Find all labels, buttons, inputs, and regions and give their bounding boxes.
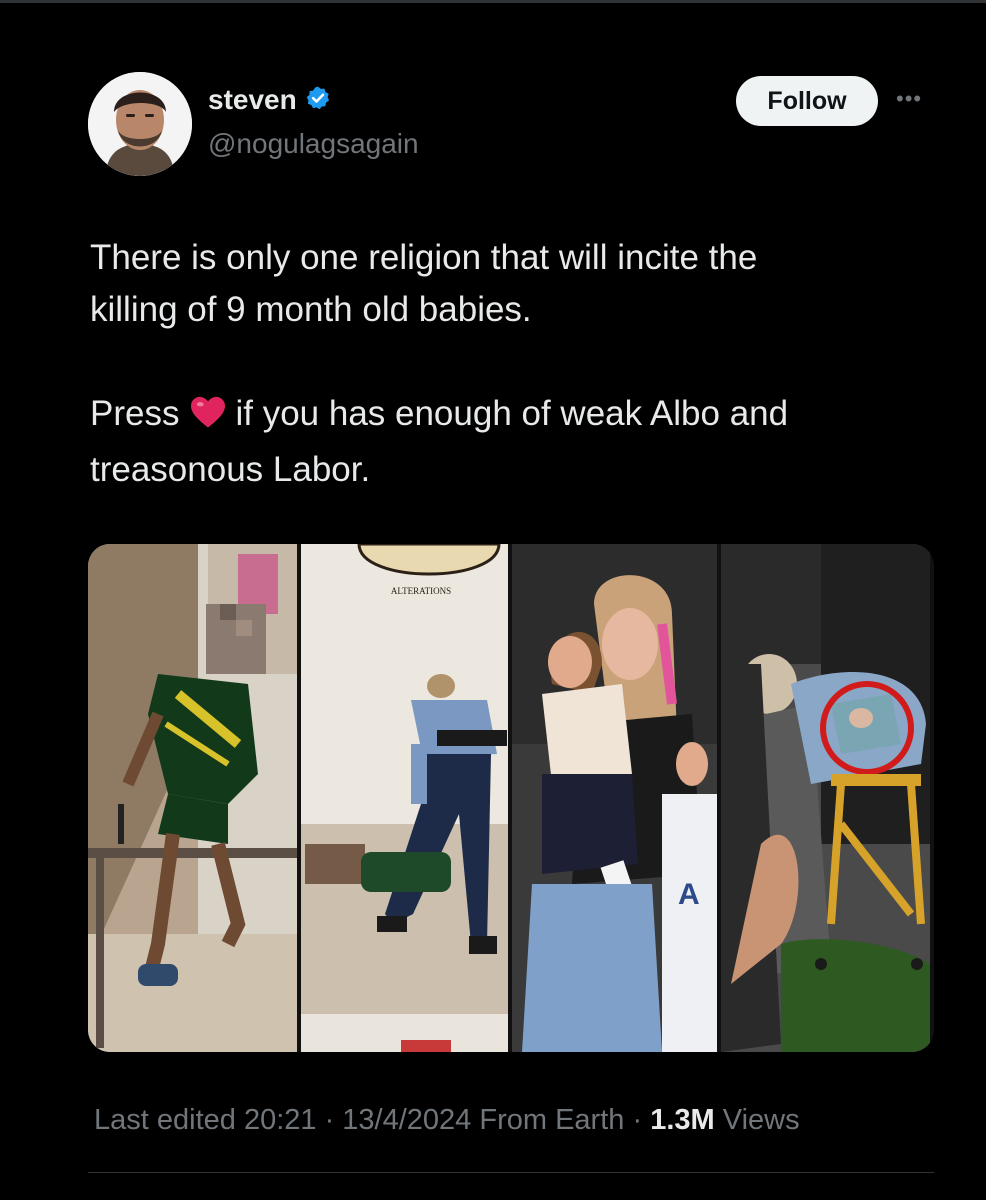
media-image[interactable]: A	[512, 544, 717, 1052]
photo-attacker-running	[88, 544, 297, 1052]
bottom-divider	[88, 1172, 934, 1173]
top-divider	[0, 0, 986, 3]
photo-police-officer: ALTERATIONS	[301, 544, 508, 1052]
media-image[interactable]: ALTERATIONS	[301, 544, 508, 1052]
press-word: Press	[90, 394, 180, 433]
media-image[interactable]	[721, 544, 930, 1052]
author-handle[interactable]: @nogulagsagain	[208, 128, 419, 160]
follow-button[interactable]: Follow	[736, 76, 878, 126]
media-collage[interactable]: ALTERATIONS A	[88, 544, 934, 1052]
source-label: From Earth	[479, 1104, 625, 1136]
photo-woman-holding-child: A	[512, 544, 717, 1052]
edited-timestamp[interactable]: Last edited 20:21 · 13/4/2024	[94, 1104, 471, 1136]
photo-stretcher-ambulance	[721, 544, 930, 1052]
meta-separator: ·	[632, 1104, 643, 1136]
views-label: Views	[722, 1104, 800, 1136]
author-name[interactable]: steven	[208, 84, 297, 116]
avatar-photo	[88, 72, 192, 176]
tweet-text: There is only one religion that will inc…	[90, 232, 910, 496]
tweet-line: killing of 9 month old babies.	[90, 290, 532, 329]
tweet-meta: Last edited 20:21 · 13/4/2024 From Earth…	[94, 1104, 800, 1137]
media-image[interactable]	[88, 544, 297, 1052]
storefront-sign: ALTERATIONS	[391, 586, 451, 596]
verified-badge-icon	[305, 85, 331, 116]
tweet-line: treasonous Labor.	[90, 450, 371, 489]
author-name-row[interactable]: steven	[208, 84, 331, 116]
red-heart-icon	[189, 392, 227, 444]
tweet-line: Press if you has enough of weak Albo and	[90, 388, 910, 444]
press-rest: if you has enough of weak Albo and	[235, 394, 789, 433]
views-count: 1.3M	[650, 1104, 715, 1136]
more-options-icon[interactable]: •••	[896, 86, 922, 112]
shirt-graphic: A	[678, 878, 700, 911]
tweet-line: There is only one religion that will inc…	[90, 238, 758, 277]
avatar[interactable]	[88, 72, 192, 176]
